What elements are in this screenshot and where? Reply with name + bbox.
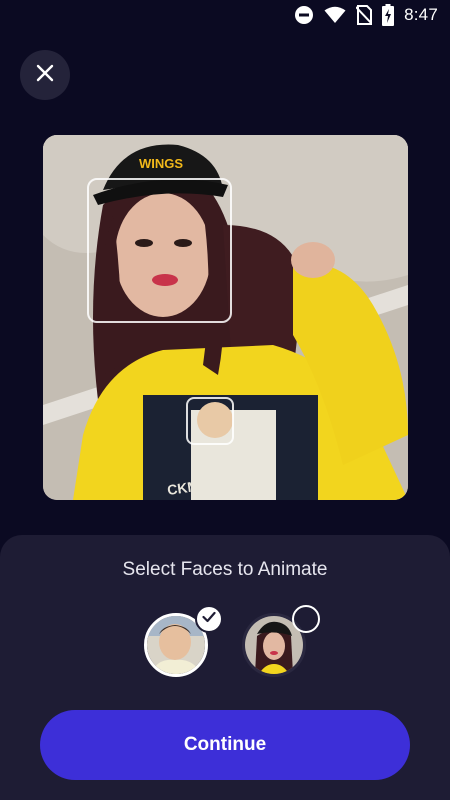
close-button[interactable] bbox=[20, 50, 70, 100]
detected-face-box-woman[interactable] bbox=[87, 178, 232, 323]
no-sim-icon bbox=[356, 5, 373, 25]
face-option-man-checkbox[interactable] bbox=[195, 605, 223, 633]
status-time: 8:47 bbox=[404, 5, 438, 24]
detected-face-box-man[interactable] bbox=[186, 397, 234, 445]
cap-text: WINGS bbox=[139, 156, 183, 171]
continue-button[interactable]: Continue bbox=[40, 710, 410, 780]
face-select-screen: 8:47 WINGS CKMAN Select Faces to Animate… bbox=[0, 0, 450, 800]
sheet-title: Select Faces to Animate bbox=[122, 559, 328, 580]
face-option-woman-checkbox[interactable] bbox=[292, 605, 320, 633]
check-icon bbox=[202, 610, 216, 628]
close-icon bbox=[36, 64, 54, 87]
status-bar: 8:47 bbox=[0, 0, 450, 30]
battery-charging-icon bbox=[382, 4, 395, 26]
wifi-icon bbox=[324, 6, 346, 24]
do-not-disturb-icon bbox=[294, 5, 314, 25]
source-photo: WINGS CKMAN bbox=[43, 135, 408, 500]
